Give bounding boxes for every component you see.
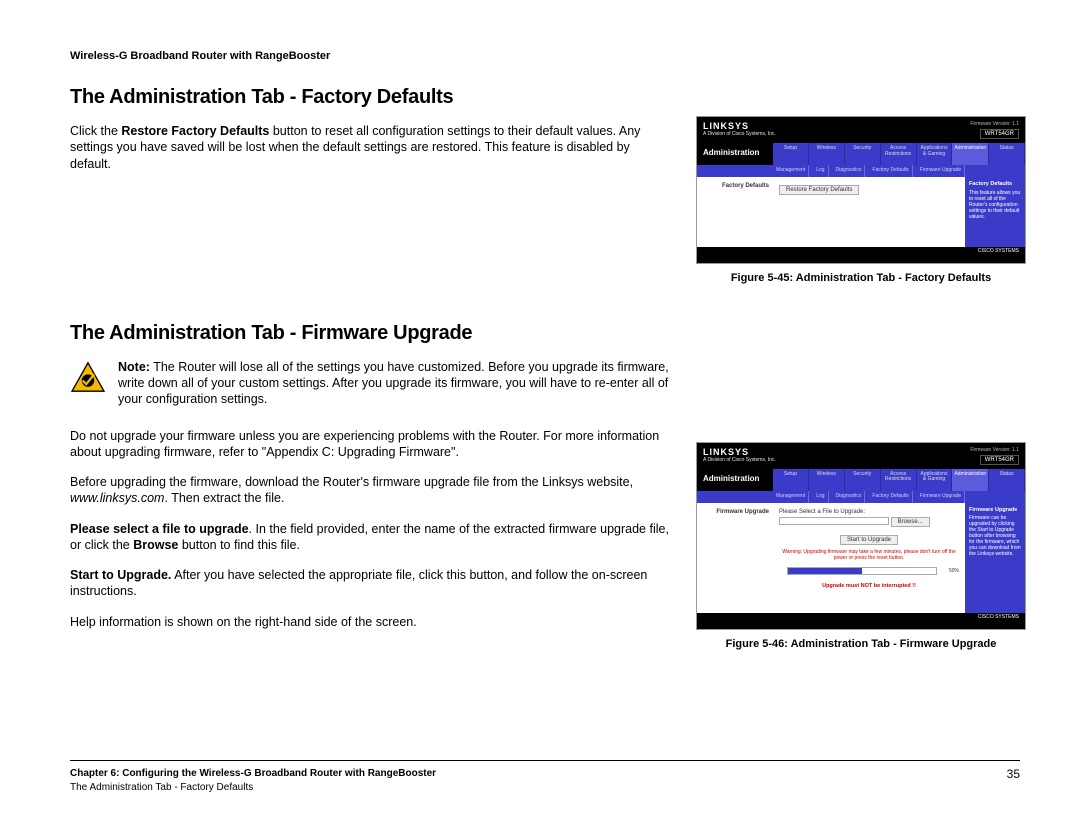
section-firmware-upgrade: LINKSYS A Division of Cisco Systems, Inc… bbox=[70, 322, 1020, 630]
cisco-logo: CISCO SYSTEMS bbox=[978, 615, 1019, 620]
subnav-log[interactable]: Log bbox=[813, 491, 828, 503]
tab-security[interactable]: Security bbox=[845, 143, 881, 165]
panel-side-label: Firmware Upgrade bbox=[697, 503, 773, 613]
subnav-diagnostics[interactable]: Diagnostics bbox=[833, 165, 866, 177]
page-number: 35 bbox=[1007, 767, 1020, 781]
progress-percent: 50% bbox=[949, 568, 959, 574]
section-2-title: The Administration Tab - Firmware Upgrad… bbox=[70, 322, 670, 345]
footer-section: The Administration Tab - Factory Default… bbox=[70, 781, 1020, 795]
tab-access[interactable]: Access Restrictions bbox=[881, 469, 917, 491]
subnav-log[interactable]: Log bbox=[813, 165, 828, 177]
tab-setup[interactable]: Setup bbox=[773, 469, 809, 491]
subnav-management[interactable]: Management bbox=[773, 165, 809, 177]
subnav-firmware-upgrade[interactable]: Firmware Upgrade bbox=[917, 165, 965, 177]
page-footer: Chapter 6: Configuring the Wireless-G Br… bbox=[70, 760, 1020, 794]
tab-apps[interactable]: Applications & Gaming bbox=[917, 143, 953, 165]
model-badge: WRT54GR bbox=[980, 129, 1019, 139]
help-body: This feature allows you to reset all of … bbox=[969, 190, 1020, 220]
section-factory-defaults: LINKSYS A Division of Cisco Systems, Inc… bbox=[70, 86, 1020, 172]
help-panel: Factory Defaults This feature allows you… bbox=[965, 177, 1025, 247]
nav-section-label: Administration bbox=[697, 143, 773, 165]
cisco-logo: CISCO SYSTEMS bbox=[978, 249, 1019, 254]
start-upgrade-button[interactable]: Start to Upgrade bbox=[840, 535, 898, 545]
model-badge: WRT54GR bbox=[980, 455, 1019, 465]
interrupt-warning: Upgrade must NOT be interrupted !! bbox=[779, 583, 959, 589]
warning-text: Warning: Upgrading firmware may take a f… bbox=[779, 549, 959, 561]
file-path-input[interactable] bbox=[779, 517, 889, 525]
tab-status[interactable]: Status bbox=[989, 469, 1025, 491]
tab-wireless[interactable]: Wireless bbox=[809, 143, 845, 165]
subnav-firmware-upgrade[interactable]: Firmware Upgrade bbox=[917, 491, 965, 503]
help-title: Firmware Upgrade bbox=[969, 507, 1021, 514]
tab-wireless[interactable]: Wireless bbox=[809, 469, 845, 491]
para-help-info: Help information is shown on the right-h… bbox=[70, 614, 670, 630]
subnav-management[interactable]: Management bbox=[773, 491, 809, 503]
para-appendix: Do not upgrade your firmware unless you … bbox=[70, 428, 670, 461]
nav-section-label: Administration bbox=[697, 469, 773, 491]
subnav: Management Log Diagnostics Factory Defau… bbox=[697, 491, 1025, 503]
figure-2-caption: Figure 5-46: Administration Tab - Firmwa… bbox=[696, 638, 1026, 650]
file-select-label: Please Select a File to Upgrade: bbox=[779, 509, 865, 515]
footer-chapter: Chapter 6: Configuring the Wireless-G Br… bbox=[70, 767, 1020, 781]
para-start-upgrade: Start to Upgrade. After you have selecte… bbox=[70, 567, 670, 600]
panel-side-label: Factory Defaults bbox=[697, 177, 773, 247]
note-callout: Note: The Router will lose all of the se… bbox=[70, 359, 670, 408]
subnav-factory-defaults[interactable]: Factory Defaults bbox=[869, 491, 912, 503]
figure-1-screenshot: LINKSYS A Division of Cisco Systems, Inc… bbox=[696, 116, 1026, 264]
figure-2-screenshot: LINKSYS A Division of Cisco Systems, Inc… bbox=[696, 442, 1026, 630]
firmware-version: Firmware Version: 1.1 bbox=[970, 447, 1019, 453]
tab-security[interactable]: Security bbox=[845, 469, 881, 491]
progress-bar bbox=[787, 567, 937, 575]
section-1-title: The Administration Tab - Factory Default… bbox=[70, 86, 670, 109]
subnav-factory-defaults[interactable]: Factory Defaults bbox=[869, 165, 912, 177]
tab-administration[interactable]: Administration bbox=[952, 469, 989, 491]
firmware-version: Firmware Version: 1.1 bbox=[970, 121, 1019, 127]
tab-administration[interactable]: Administration bbox=[952, 143, 989, 165]
restore-defaults-button[interactable]: Restore Factory Defaults bbox=[779, 185, 859, 195]
doc-header: Wireless-G Broadband Router with RangeBo… bbox=[70, 50, 1020, 62]
section-1-para: Click the Restore Factory Defaults butto… bbox=[70, 123, 670, 172]
help-title: Factory Defaults bbox=[969, 181, 1021, 188]
help-panel: Firmware Upgrade Firmware can be upgrade… bbox=[965, 503, 1025, 613]
figure-1-caption: Figure 5-45: Administration Tab - Factor… bbox=[696, 272, 1026, 284]
brand-subtitle: A Division of Cisco Systems, Inc. bbox=[703, 131, 1019, 137]
subnav: Management Log Diagnostics Factory Defau… bbox=[697, 165, 1025, 177]
tab-status[interactable]: Status bbox=[989, 143, 1025, 165]
tab-access[interactable]: Access Restrictions bbox=[881, 143, 917, 165]
help-body: Firmware can be upgraded by clicking the… bbox=[969, 515, 1021, 557]
subnav-diagnostics[interactable]: Diagnostics bbox=[833, 491, 866, 503]
para-download: Before upgrading the firmware, download … bbox=[70, 474, 670, 507]
browse-button[interactable]: Browse... bbox=[891, 517, 930, 527]
para-select-file: Please select a file to upgrade. In the … bbox=[70, 521, 670, 554]
warning-icon bbox=[70, 361, 106, 393]
brand-subtitle: A Division of Cisco Systems, Inc. bbox=[703, 457, 1019, 463]
tab-setup[interactable]: Setup bbox=[773, 143, 809, 165]
tab-apps[interactable]: Applications & Gaming bbox=[917, 469, 953, 491]
